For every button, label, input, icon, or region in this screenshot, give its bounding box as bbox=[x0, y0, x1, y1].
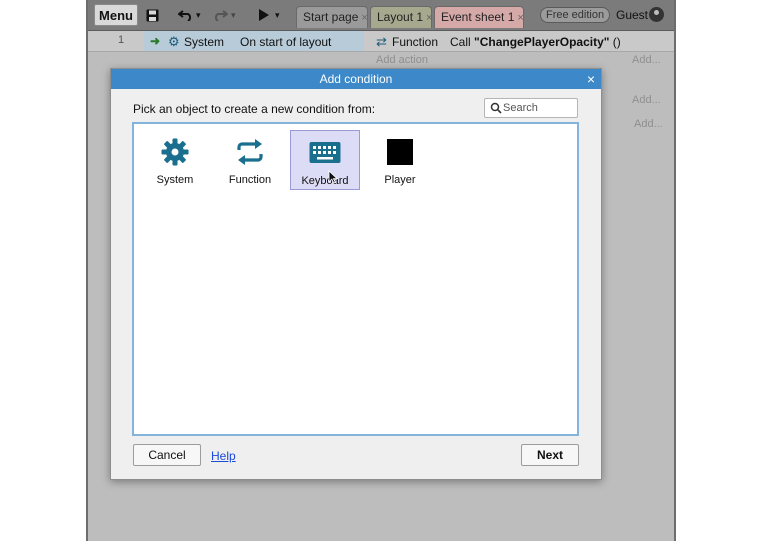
toolbar: Menu ▾ ▾ ▾ Start page × Layout 1 × Event s… bbox=[88, 0, 674, 31]
trigger-arrow-icon: ➜ bbox=[150, 34, 161, 48]
play-icon[interactable] bbox=[258, 6, 269, 24]
black-square-sprite bbox=[387, 139, 413, 165]
tab-label: Layout 1 bbox=[377, 10, 424, 24]
object-label: Function bbox=[228, 174, 272, 186]
action-text-prefix: Call bbox=[450, 35, 475, 49]
system-gear-icon: ⚙ bbox=[168, 34, 180, 49]
condition-object: System bbox=[184, 35, 225, 49]
gear-icon bbox=[159, 136, 191, 168]
cancel-button[interactable]: Cancel bbox=[133, 444, 201, 466]
redo-icon[interactable] bbox=[212, 6, 228, 24]
add-link[interactable]: Add... bbox=[634, 118, 663, 130]
player-sprite-icon bbox=[384, 136, 416, 168]
dialog-title-bar[interactable]: Add condition × bbox=[111, 69, 601, 89]
add-link[interactable]: Add... bbox=[632, 54, 661, 66]
tab-label: Start page bbox=[303, 10, 359, 24]
condition-text[interactable]: On start of layout bbox=[240, 35, 331, 49]
search-input[interactable] bbox=[503, 100, 573, 116]
keyboard-icon bbox=[309, 137, 341, 169]
object-function[interactable]: Function bbox=[215, 130, 285, 190]
undo-icon[interactable] bbox=[178, 6, 194, 24]
dialog-title: Add condition bbox=[319, 72, 393, 86]
action-function-name: "ChangePlayerOpacity" bbox=[474, 35, 610, 49]
user-label[interactable]: Guest bbox=[616, 8, 648, 22]
add-link[interactable]: Add... bbox=[632, 94, 661, 106]
redo-dropdown-icon[interactable]: ▾ bbox=[231, 6, 236, 24]
event-row[interactable]: 1 ➜ ⚙ System On start of layout ⇄ Functi… bbox=[88, 31, 674, 52]
tab-close-icon[interactable]: × bbox=[517, 12, 523, 24]
event-row-number: 1 bbox=[118, 34, 125, 46]
tab-event-sheet-1[interactable]: Event sheet 1 × bbox=[434, 6, 524, 28]
close-icon[interactable]: × bbox=[587, 71, 595, 87]
tab-layout-1[interactable]: Layout 1 × bbox=[370, 6, 432, 28]
edition-badge[interactable]: Free edition bbox=[540, 7, 611, 23]
object-label: Keyboard bbox=[301, 175, 349, 187]
add-action-link[interactable]: Add action bbox=[376, 54, 428, 66]
user-avatar-icon[interactable] bbox=[649, 7, 664, 22]
action-object: Function bbox=[392, 35, 439, 49]
action-text[interactable]: Call "ChangePlayerOpacity" () bbox=[450, 35, 621, 49]
object-label: System bbox=[156, 174, 194, 186]
dialog-prompt: Pick an object to create a new condition… bbox=[133, 102, 376, 116]
tab-label: Event sheet 1 bbox=[441, 10, 515, 24]
function-icon bbox=[234, 136, 266, 168]
help-link[interactable]: Help bbox=[211, 449, 236, 463]
add-condition-dialog: Add condition × Pick an object to create… bbox=[110, 68, 602, 480]
object-list[interactable]: System Function Keyboard Player bbox=[132, 122, 579, 436]
object-system[interactable]: System bbox=[140, 130, 210, 190]
menu-button[interactable]: Menu bbox=[94, 4, 138, 26]
tab-close-icon[interactable]: × bbox=[426, 12, 432, 24]
function-icon: ⇄ bbox=[376, 34, 387, 49]
object-keyboard[interactable]: Keyboard bbox=[290, 130, 360, 190]
mouse-cursor-icon bbox=[328, 170, 338, 184]
tab-start-page[interactable]: Start page × bbox=[296, 6, 368, 28]
tab-close-icon[interactable]: × bbox=[361, 12, 367, 24]
object-player[interactable]: Player bbox=[365, 130, 435, 190]
next-button[interactable]: Next bbox=[521, 444, 579, 466]
search-icon bbox=[490, 102, 502, 114]
play-dropdown-icon[interactable]: ▾ bbox=[275, 6, 280, 24]
save-icon[interactable] bbox=[146, 6, 159, 24]
object-label: Player bbox=[384, 174, 416, 186]
search-box[interactable] bbox=[484, 98, 578, 118]
undo-dropdown-icon[interactable]: ▾ bbox=[196, 6, 201, 24]
action-text-suffix: () bbox=[609, 35, 621, 49]
